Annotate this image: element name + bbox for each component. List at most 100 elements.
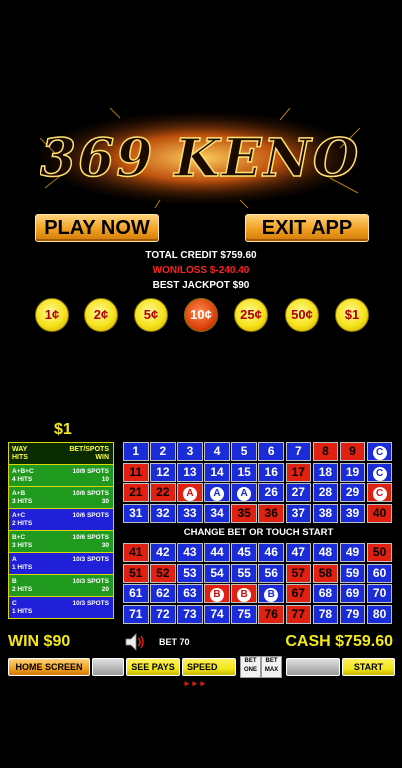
keno-number-cell[interactable]: 9 <box>339 442 366 461</box>
keno-number-cell[interactable]: 80 <box>366 604 393 624</box>
keno-number-cell[interactable]: 32 <box>150 503 176 523</box>
keno-number-cell[interactable]: 54 <box>204 563 230 583</box>
keno-number-cell[interactable]: 43 <box>177 543 203 562</box>
keno-number-cell[interactable]: 34 <box>204 503 230 523</box>
blank-button-left[interactable] <box>92 658 124 676</box>
keno-number-cell[interactable]: 59 <box>339 563 366 583</box>
keno-number-cell[interactable]: 16 <box>258 462 284 482</box>
keno-number-cell[interactable]: 60 <box>366 563 393 583</box>
keno-number-cell[interactable]: 47 <box>285 543 312 562</box>
won-loss-text: WON/LOSS $-240.40 <box>152 265 250 276</box>
keno-number-cell[interactable]: B <box>231 584 257 604</box>
keno-number-cell[interactable]: 48 <box>312 543 339 562</box>
keno-number-cell[interactable]: A <box>177 483 203 503</box>
denomination-coin[interactable]: 5¢ <box>134 298 168 332</box>
keno-number-cell[interactable]: 6 <box>258 442 284 461</box>
sound-icon[interactable] <box>124 632 146 652</box>
keno-number-cell[interactable]: 26 <box>258 483 284 503</box>
keno-number-cell[interactable]: 18 <box>312 462 339 482</box>
keno-number-cell[interactable]: 76 <box>258 604 284 624</box>
keno-number-cell[interactable]: 33 <box>177 503 203 523</box>
speed-button[interactable]: SPEED ►►► <box>182 658 236 688</box>
keno-number-cell[interactable]: A <box>204 483 230 503</box>
keno-number-cell[interactable]: B <box>204 584 230 604</box>
keno-number-cell[interactable]: 63 <box>177 584 203 604</box>
keno-number-cell[interactable]: 1 <box>123 442 149 461</box>
keno-number-cell[interactable]: 61 <box>123 584 149 604</box>
keno-number-cell[interactable]: 52 <box>150 563 176 583</box>
keno-number-cell[interactable]: 4 <box>204 442 230 461</box>
keno-number-cell[interactable]: 41 <box>123 543 149 562</box>
keno-number-cell[interactable]: 17 <box>285 462 312 482</box>
denomination-coin[interactable]: 1¢ <box>35 298 69 332</box>
keno-number-cell[interactable]: 7 <box>285 442 312 461</box>
keno-number-cell[interactable]: 21 <box>123 483 149 503</box>
pay-row-hits: 1 HITS <box>12 608 33 615</box>
keno-number-cell[interactable]: 78 <box>312 604 339 624</box>
keno-number-cell[interactable]: 51 <box>123 563 149 583</box>
keno-number-cell[interactable]: 28 <box>312 483 339 503</box>
keno-number-cell[interactable]: 29 <box>339 483 366 503</box>
keno-number-cell[interactable]: 46 <box>258 543 284 562</box>
keno-number-cell[interactable]: 38 <box>312 503 339 523</box>
keno-number-cell[interactable]: 73 <box>177 604 203 624</box>
keno-number-cell[interactable]: A <box>231 483 257 503</box>
denomination-coin[interactable]: 2¢ <box>84 298 118 332</box>
keno-number-cell[interactable]: 68 <box>312 584 339 604</box>
keno-number-cell[interactable]: 5 <box>231 442 257 461</box>
bet-one-button[interactable]: BET ONE <box>240 656 261 678</box>
keno-number-cell[interactable]: 8 <box>312 442 339 461</box>
keno-number-cell[interactable]: C <box>366 483 393 503</box>
denomination-coin[interactable]: 50¢ <box>285 298 319 332</box>
denomination-coin[interactable]: 10¢ <box>184 298 218 332</box>
keno-number-cell[interactable]: 13 <box>177 462 203 482</box>
keno-number-cell[interactable]: 49 <box>339 543 366 562</box>
keno-number-cell[interactable]: 72 <box>150 604 176 624</box>
home-screen-button[interactable]: HOME SCREEN <box>8 658 90 676</box>
keno-number-cell[interactable]: 79 <box>339 604 366 624</box>
keno-number-cell[interactable]: 22 <box>150 483 176 503</box>
blank-button-right[interactable] <box>286 658 340 676</box>
keno-number-cell[interactable]: 70 <box>366 584 393 604</box>
keno-number-cell[interactable]: 62 <box>150 584 176 604</box>
play-now-button[interactable]: PLAY NOW <box>35 214 159 242</box>
keno-number-cell[interactable]: 19 <box>339 462 366 482</box>
see-pays-button[interactable]: SEE PAYS <box>126 658 180 676</box>
keno-number-cell[interactable]: 31 <box>123 503 149 523</box>
keno-number-cell[interactable]: 74 <box>204 604 230 624</box>
bet-max-button[interactable]: BET MAX <box>261 656 282 678</box>
keno-number-cell[interactable]: 2 <box>150 442 176 461</box>
keno-number-cell[interactable]: 44 <box>204 543 230 562</box>
keno-number-cell[interactable]: 11 <box>123 462 149 482</box>
keno-number-cell[interactable]: 35 <box>231 503 257 523</box>
keno-number-cell[interactable]: 27 <box>285 483 312 503</box>
keno-number-cell[interactable]: 56 <box>258 563 284 583</box>
keno-number-cell[interactable]: 15 <box>231 462 257 482</box>
keno-number-cell[interactable]: 36 <box>258 503 284 523</box>
keno-number-cell[interactable]: 53 <box>177 563 203 583</box>
keno-number-cell[interactable]: 57 <box>285 563 312 583</box>
keno-number-cell[interactable]: 55 <box>231 563 257 583</box>
exit-app-button[interactable]: EXIT APP <box>245 214 369 242</box>
keno-number-cell[interactable]: 3 <box>177 442 203 461</box>
denomination-coin[interactable]: 25¢ <box>234 298 268 332</box>
keno-number-cell[interactable]: 12 <box>150 462 176 482</box>
keno-number-cell[interactable]: 45 <box>231 543 257 562</box>
keno-number-cell[interactable]: 71 <box>123 604 149 624</box>
keno-number-cell[interactable]: B <box>258 584 284 604</box>
keno-number-cell[interactable]: 39 <box>339 503 366 523</box>
keno-number-cell[interactable]: 75 <box>231 604 257 624</box>
keno-number-cell[interactable]: 67 <box>285 584 312 604</box>
keno-number-cell[interactable]: 14 <box>204 462 230 482</box>
keno-number-cell[interactable]: 77 <box>285 604 312 624</box>
denomination-coin[interactable]: $1 <box>335 298 369 332</box>
start-button[interactable]: START <box>342 658 395 676</box>
keno-number-cell[interactable]: 50 <box>366 543 393 562</box>
keno-number-cell[interactable]: 40 <box>366 503 393 523</box>
keno-number-cell[interactable]: C <box>366 442 393 461</box>
keno-number-cell[interactable]: C <box>366 462 393 482</box>
keno-number-cell[interactable]: 69 <box>339 584 366 604</box>
keno-number-cell[interactable]: 42 <box>150 543 176 562</box>
keno-number-cell[interactable]: 37 <box>285 503 312 523</box>
keno-number-cell[interactable]: 58 <box>312 563 339 583</box>
